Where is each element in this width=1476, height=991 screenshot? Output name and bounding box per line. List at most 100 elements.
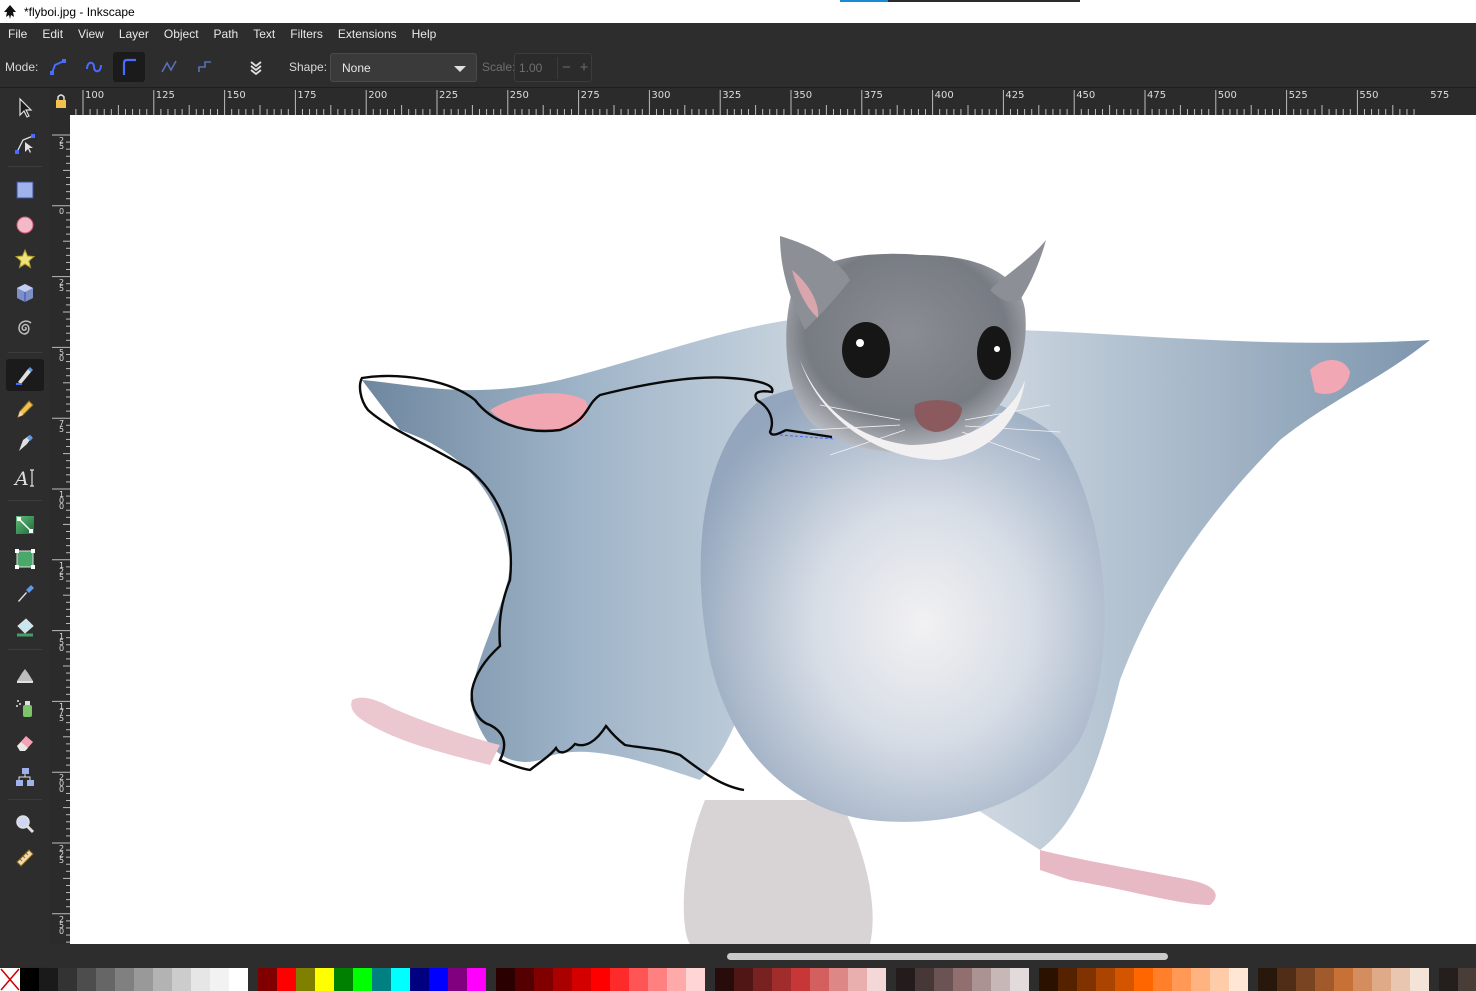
tool-zoom[interactable]	[6, 808, 44, 840]
color-swatch[interactable]	[648, 968, 667, 991]
mode-paraxial-button[interactable]	[189, 52, 221, 82]
menu-view[interactable]: View	[70, 23, 111, 46]
menu-edit[interactable]: Edit	[34, 23, 70, 46]
tool-measure[interactable]	[6, 842, 44, 874]
tool-rectangle[interactable]	[6, 174, 44, 206]
color-swatch[interactable]	[1010, 968, 1029, 991]
scale-decrement-button[interactable]: −	[557, 57, 575, 79]
color-swatch[interactable]	[715, 968, 734, 991]
mode-bspline-button[interactable]	[113, 52, 145, 82]
tool-spiral[interactable]	[6, 312, 44, 344]
horizontal-scrollbar-thumb[interactable]	[727, 953, 1168, 960]
color-swatch[interactable]	[991, 968, 1010, 991]
scale-spinbox[interactable]: 1.00 − +	[514, 53, 592, 82]
color-swatch[interactable]	[953, 968, 972, 991]
color-swatch[interactable]	[772, 968, 791, 991]
horizontal-ruler[interactable]: 100 125 150 175 200 225 250 275 300 325 350 375 400 4…	[70, 88, 1476, 115]
color-swatch[interactable]	[96, 968, 115, 991]
no-paint-swatch[interactable]	[0, 968, 20, 991]
tool-text[interactable]: A	[6, 462, 44, 494]
color-swatch[interactable]	[1115, 968, 1134, 991]
tool-node[interactable]	[6, 128, 44, 160]
mode-zigzag-button[interactable]	[153, 52, 185, 82]
color-swatch[interactable]	[20, 968, 39, 991]
color-swatch[interactable]	[448, 968, 467, 991]
shape-dropdown[interactable]: None	[330, 53, 477, 82]
menu-help[interactable]: Help	[404, 23, 444, 46]
color-swatch[interactable]	[1134, 968, 1153, 991]
tool-pencil[interactable]	[6, 393, 44, 425]
tool-dropper[interactable]	[6, 577, 44, 609]
color-swatch[interactable]	[553, 968, 572, 991]
color-swatch[interactable]	[1058, 968, 1077, 991]
color-swatch[interactable]	[172, 968, 191, 991]
color-swatch[interactable]	[1191, 968, 1210, 991]
color-swatch[interactable]	[791, 968, 810, 991]
color-swatch[interactable]	[1172, 968, 1191, 991]
color-swatch[interactable]	[667, 968, 686, 991]
color-swatch[interactable]	[515, 968, 534, 991]
tool-ellipse[interactable]	[6, 209, 44, 241]
color-swatch[interactable]	[534, 968, 553, 991]
scale-increment-button[interactable]: +	[575, 57, 593, 79]
color-swatch[interactable]	[296, 968, 315, 991]
tool-calligraphy[interactable]	[6, 427, 44, 459]
color-swatch[interactable]	[1315, 968, 1334, 991]
color-swatch[interactable]	[229, 968, 248, 991]
horizontal-scrollbar[interactable]	[50, 944, 1476, 968]
color-swatch[interactable]	[610, 968, 629, 991]
color-swatch[interactable]	[896, 968, 915, 991]
color-swatch[interactable]	[258, 968, 277, 991]
color-swatch[interactable]	[1391, 968, 1410, 991]
tool-spray[interactable]	[6, 692, 44, 724]
tool-gradient[interactable]	[6, 509, 44, 541]
menu-path[interactable]: Path	[206, 23, 246, 46]
color-swatch[interactable]	[1039, 968, 1058, 991]
color-swatch[interactable]	[686, 968, 705, 991]
color-swatch[interactable]	[1258, 968, 1277, 991]
vertical-ruler[interactable]: 25 0 25 50 75 100 125 150 175 200 225 250	[50, 115, 70, 944]
color-swatch[interactable]	[810, 968, 829, 991]
color-swatch[interactable]	[467, 968, 486, 991]
mode-regular-bezier-button[interactable]	[42, 52, 74, 82]
color-swatch[interactable]	[410, 968, 429, 991]
drawing-canvas[interactable]	[70, 115, 1476, 944]
color-swatch[interactable]	[210, 968, 229, 991]
color-swatch[interactable]	[1353, 968, 1372, 991]
color-swatch[interactable]	[39, 968, 58, 991]
tool-bezier-pen[interactable]	[6, 359, 44, 391]
color-swatch[interactable]	[915, 968, 934, 991]
tool-star[interactable]	[6, 243, 44, 275]
color-swatch[interactable]	[191, 968, 210, 991]
color-swatch[interactable]	[734, 968, 753, 991]
color-swatch[interactable]	[353, 968, 372, 991]
color-swatch[interactable]	[848, 968, 867, 991]
color-swatch[interactable]	[972, 968, 991, 991]
color-swatch[interactable]	[1229, 968, 1248, 991]
color-swatch[interactable]	[1153, 968, 1172, 991]
color-swatch[interactable]	[1296, 968, 1315, 991]
menu-object[interactable]: Object	[156, 23, 206, 46]
menu-file[interactable]: File	[0, 23, 34, 46]
color-swatch[interactable]	[372, 968, 391, 991]
color-swatch[interactable]	[153, 968, 172, 991]
color-swatch[interactable]	[429, 968, 448, 991]
color-swatch[interactable]	[1077, 968, 1096, 991]
color-swatch[interactable]	[1210, 968, 1229, 991]
menu-text[interactable]: Text	[245, 23, 282, 46]
color-swatch[interactable]	[1458, 968, 1476, 991]
menu-layer[interactable]: Layer	[111, 23, 156, 46]
tool-connector[interactable]	[6, 761, 44, 793]
color-swatch[interactable]	[572, 968, 591, 991]
color-swatch[interactable]	[277, 968, 296, 991]
color-swatch[interactable]	[1439, 968, 1458, 991]
color-swatch[interactable]	[1277, 968, 1296, 991]
color-swatch[interactable]	[629, 968, 648, 991]
color-swatch[interactable]	[829, 968, 848, 991]
path-options-button[interactable]	[240, 52, 272, 82]
menu-filters[interactable]: Filters	[282, 23, 330, 46]
color-swatch[interactable]	[77, 968, 96, 991]
color-swatch[interactable]	[1096, 968, 1115, 991]
color-swatch[interactable]	[134, 968, 153, 991]
menu-extensions[interactable]: Extensions	[330, 23, 404, 46]
